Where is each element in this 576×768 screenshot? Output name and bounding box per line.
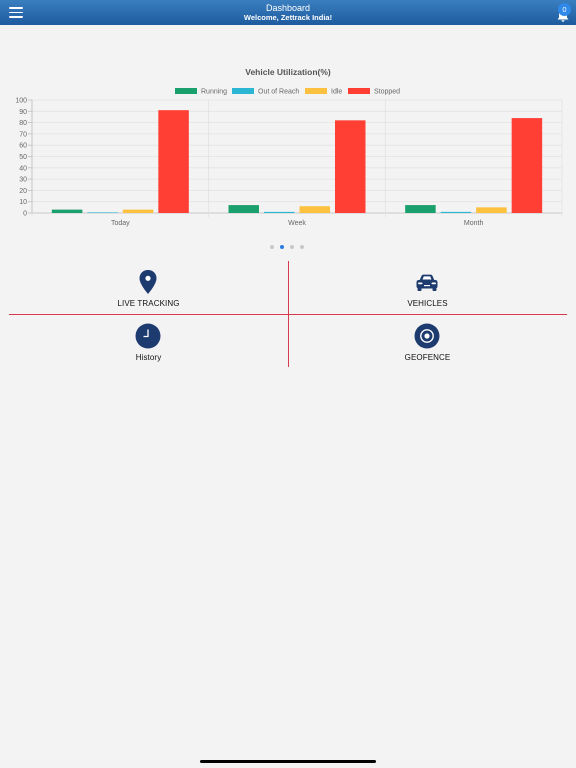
y-tick-label: 80 xyxy=(19,120,27,127)
bar-idle-month xyxy=(476,207,507,213)
bar-stopped-week xyxy=(335,120,366,213)
y-tick-label: 60 xyxy=(19,143,27,150)
history-label: History xyxy=(135,353,162,362)
bar-running-today xyxy=(51,209,83,213)
bar-running-week xyxy=(228,205,259,213)
welcome-text: Welcome, Zettrack India! xyxy=(243,13,333,22)
car-icon xyxy=(414,269,440,295)
page-dot[interactable] xyxy=(290,245,294,249)
y-tick-label: 40 xyxy=(19,165,27,172)
legend-swatch-idle xyxy=(305,88,327,94)
clock-icon xyxy=(135,323,161,349)
notification-badge[interactable]: 0 xyxy=(558,3,571,16)
bar-out-of-reach-today xyxy=(87,212,118,213)
vehicles-label: VEHICLES xyxy=(407,299,448,308)
legend-swatch-out-of-reach xyxy=(232,88,254,94)
y-tick-label: 70 xyxy=(19,131,27,138)
history-tile[interactable]: History xyxy=(9,315,288,368)
bar-idle-week xyxy=(299,206,330,213)
live-tracking-tile[interactable]: LIVE TRACKING xyxy=(9,261,288,314)
bar-idle-today xyxy=(122,209,154,213)
chart-title: Vehicle Utilization(%) xyxy=(245,67,331,77)
x-tick-label: Week xyxy=(288,220,306,227)
legend-label-running: Running xyxy=(201,89,227,96)
y-tick-label: 20 xyxy=(19,188,27,195)
legend-label-idle: Idle xyxy=(331,89,342,96)
geofence-label: GEOFENCE xyxy=(404,353,451,362)
x-tick-label: Month xyxy=(464,220,484,227)
vehicle-utilization-chart: Vehicle Utilization(%) Running Out of Reac… xyxy=(0,60,576,235)
legend-label-out-of-reach: Out of Reach xyxy=(258,89,299,96)
vehicles-tile[interactable]: VEHICLES xyxy=(288,261,567,314)
bar-running-month xyxy=(405,205,436,213)
bar-stopped-today xyxy=(158,110,189,213)
geofence-tile[interactable]: GEOFENCE xyxy=(288,315,567,368)
legend-label-stopped: Stopped xyxy=(374,89,400,96)
y-tick-label: 30 xyxy=(19,177,27,184)
live-tracking-label: LIVE TRACKING xyxy=(117,299,180,308)
page-title: Dashboard xyxy=(265,3,311,13)
legend-swatch-stopped xyxy=(348,88,370,94)
y-tick-label: 0 xyxy=(23,211,27,218)
y-tick-label: 50 xyxy=(19,154,27,161)
page-dot[interactable] xyxy=(270,245,274,249)
page-dot[interactable] xyxy=(280,245,284,249)
chart-svg: Vehicle Utilization(%) Running Out of Reac… xyxy=(15,67,563,227)
page-indicator xyxy=(270,245,310,251)
legend-swatch-running xyxy=(175,88,197,94)
target-icon xyxy=(414,323,440,349)
page-dot[interactable] xyxy=(300,245,304,249)
app-header: Dashboard Welcome, Zettrack India! 0 xyxy=(0,0,576,25)
dashboard-tiles: LIVE TRACKING VEHICLES History GEOFENCE xyxy=(9,261,567,367)
home-indicator xyxy=(200,760,376,763)
bar-out-of-reach-week xyxy=(264,211,295,213)
y-tick-label: 100 xyxy=(15,98,27,105)
x-tick-label: Today xyxy=(111,220,130,227)
bar-out-of-reach-month xyxy=(440,211,472,213)
y-tick-label: 10 xyxy=(19,199,27,206)
bar-stopped-month xyxy=(511,118,543,213)
map-pin-icon xyxy=(135,269,161,295)
y-tick-label: 90 xyxy=(19,109,27,116)
